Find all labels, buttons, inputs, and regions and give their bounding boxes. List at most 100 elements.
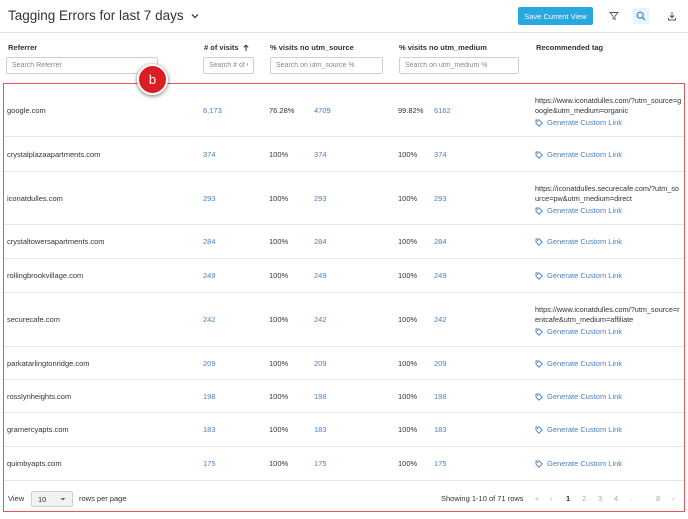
generate-custom-link-label: Generate Custom Link [547, 150, 623, 159]
utm-source-percent-cell: 100% [269, 425, 289, 434]
column-header-visits[interactable]: # of visits [204, 43, 250, 52]
generate-custom-link[interactable]: Generate Custom Link [535, 150, 622, 159]
visits-link[interactable]: 242 [203, 315, 216, 324]
utm-source-percent-cell: 100% [269, 392, 289, 401]
utm-medium-count-link[interactable]: 284 [434, 237, 447, 246]
utm-source-search-input[interactable] [270, 57, 383, 74]
pagination-summary: Showing 1-10 of 71 rows [441, 494, 524, 503]
referrer-search-input[interactable] [6, 57, 158, 74]
generate-custom-link-label: Generate Custom Link [547, 392, 623, 401]
pagination-item[interactable]: « [535, 494, 539, 503]
tag-icon [535, 207, 543, 215]
utm-source-count-link[interactable]: 249 [314, 271, 327, 280]
column-header-referrer[interactable]: Referrer [8, 43, 37, 52]
sort-ascending-icon [243, 43, 249, 51]
generate-custom-link[interactable]: Generate Custom Link [535, 392, 622, 401]
pagination-item[interactable]: ‹ [550, 494, 553, 503]
generate-custom-link[interactable]: Generate Custom Link [535, 206, 622, 215]
pagination-item[interactable]: 2 [582, 494, 586, 503]
visits-link[interactable]: 374 [203, 150, 216, 159]
generate-custom-link[interactable]: Generate Custom Link [535, 327, 622, 336]
utm-source-count-link[interactable]: 374 [314, 150, 327, 159]
utm-source-count-link[interactable]: 175 [314, 459, 327, 468]
utm-source-percent-cell: 76.28% [269, 106, 295, 115]
pagination-item[interactable]: 4 [614, 494, 618, 503]
generate-custom-link[interactable]: Generate Custom Link [535, 459, 622, 468]
utm-source-count-link[interactable]: 284 [314, 237, 327, 246]
pagination-item[interactable]: 1 [566, 494, 570, 503]
column-header-utm-source[interactable]: % visits no utm_source [270, 43, 354, 52]
visits-link[interactable]: 249 [203, 271, 216, 280]
utm-medium-count-link[interactable]: 6162 [434, 106, 451, 115]
utm-medium-percent-cell: 100% [398, 271, 418, 280]
chevron-down-icon [60, 498, 66, 501]
utm-medium-search-input[interactable] [399, 57, 519, 74]
utm-medium-count-link[interactable]: 198 [434, 392, 447, 401]
save-current-view-button[interactable]: Save Current View [518, 7, 593, 25]
rows-per-page-select[interactable]: 10 [31, 491, 73, 507]
visits-link[interactable]: 293 [203, 194, 216, 203]
table-row: crystaltowersapartments.com 284 100% 284 100… [4, 225, 684, 259]
utm-medium-count-link[interactable]: 183 [434, 425, 447, 434]
tag-icon [535, 119, 543, 127]
generate-custom-link[interactable]: Generate Custom Link [535, 359, 622, 368]
utm-source-count-link[interactable]: 209 [314, 359, 327, 368]
utm-source-count-link[interactable]: 242 [314, 315, 327, 324]
utm-medium-percent-cell: 100% [398, 459, 418, 468]
utm-medium-count-link[interactable]: 209 [434, 359, 447, 368]
visits-link[interactable]: 198 [203, 392, 216, 401]
utm-medium-count-link[interactable]: 175 [434, 459, 447, 468]
tag-icon [535, 328, 543, 336]
visits-link[interactable]: 209 [203, 359, 216, 368]
referrer-cell: gramercyapts.com [7, 425, 69, 434]
table-row: crystalplazaapartments.com 374 100% 374 100%… [4, 137, 684, 172]
referrer-cell: parkatarlingtonridge.com [7, 359, 90, 368]
annotation-badge: b [137, 64, 168, 95]
utm-source-count-link[interactable]: 183 [314, 425, 327, 434]
visits-search-input[interactable] [203, 57, 254, 74]
page-header: Tagging Errors for last 7 days Save Curr… [0, 0, 688, 32]
view-label: View [8, 494, 25, 503]
tag-icon [535, 460, 543, 468]
utm-medium-count-link[interactable]: 249 [434, 271, 447, 280]
pagination-item[interactable]: … [628, 494, 636, 503]
utm-medium-percent-cell: 100% [398, 194, 418, 203]
column-header-utm-medium[interactable]: % visits no utm_medium [399, 43, 487, 52]
column-label: % visits no utm_source [270, 43, 354, 52]
utm-medium-count-link[interactable]: 293 [434, 194, 447, 203]
recommended-url-text: https://www.iconatdulles.com/?utm_source… [535, 96, 682, 115]
referrer-cell: crystalplazaapartments.com [7, 150, 101, 159]
visits-link[interactable]: 183 [203, 425, 216, 434]
referrer-cell: google.com [7, 106, 46, 115]
table-row: gramercyapts.com 183 100% 183 100% 183 Generat… [4, 413, 684, 447]
filter-icon[interactable] [606, 8, 622, 24]
view-title-dropdown[interactable]: Tagging Errors for last 7 days [8, 8, 200, 23]
page-title: Tagging Errors for last 7 days [8, 8, 184, 23]
utm-source-count-link[interactable]: 293 [314, 194, 327, 203]
header-divider [0, 32, 688, 33]
visits-link[interactable]: 6,173 [203, 106, 222, 115]
visits-link[interactable]: 175 [203, 459, 216, 468]
pagination-item[interactable]: 3 [598, 494, 602, 503]
utm-source-count-link[interactable]: 4709 [314, 106, 331, 115]
column-header-recommended-tag: Recommended tag [536, 43, 603, 52]
utm-medium-count-link[interactable]: 242 [434, 315, 447, 324]
referrer-cell: rollingbrookvillage.com [7, 271, 84, 280]
utm-medium-percent-cell: 100% [398, 150, 418, 159]
generate-custom-link[interactable]: Generate Custom Link [535, 118, 622, 127]
generate-custom-link[interactable]: Generate Custom Link [535, 271, 622, 280]
utm-medium-count-link[interactable]: 374 [434, 150, 447, 159]
recommended-url-text: https://iconatdulles.securecafe.com/?utm… [535, 184, 679, 203]
download-icon[interactable] [664, 8, 680, 24]
search-icon[interactable] [633, 8, 649, 24]
pagination-item[interactable]: 8 [656, 494, 660, 503]
generate-custom-link[interactable]: Generate Custom Link [535, 237, 622, 246]
utm-source-count-link[interactable]: 198 [314, 392, 327, 401]
pagination-item[interactable]: › [672, 494, 675, 503]
generate-custom-link-label: Generate Custom Link [547, 271, 623, 280]
table-row: iconatdulles.com 293 100% 293 100% 293 https:/… [4, 172, 684, 225]
generate-custom-link[interactable]: Generate Custom Link [535, 425, 622, 434]
referrer-cell: securecafe.com [7, 315, 60, 324]
generate-custom-link-label: Generate Custom Link [547, 237, 623, 246]
visits-link[interactable]: 284 [203, 237, 216, 246]
